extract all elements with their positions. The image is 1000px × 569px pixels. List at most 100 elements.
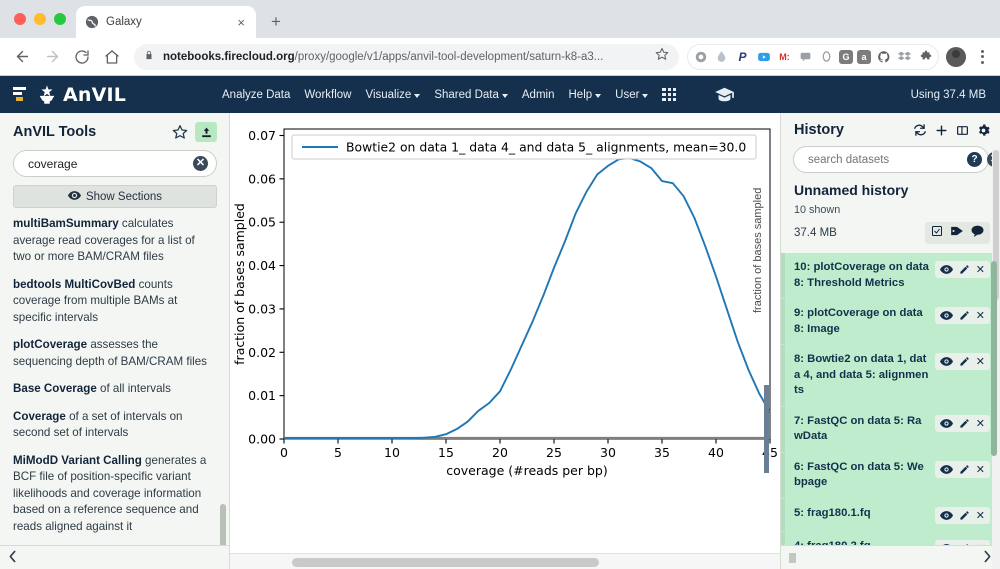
address-bar[interactable]: notebooks.firecloud.org/proxy/google/v1/…: [134, 43, 679, 70]
new-tab-button[interactable]: +: [262, 8, 290, 36]
tool-panel-scrollbar[interactable]: [220, 504, 226, 545]
brand-logo[interactable]: AnVIL: [0, 84, 222, 106]
tag-icon[interactable]: [950, 224, 964, 242]
close-icon[interactable]: ×: [234, 14, 248, 31]
puzzle-icon[interactable]: [917, 48, 934, 65]
eye-icon[interactable]: [939, 464, 953, 474]
history-item[interactable]: 9: plotCoverage on data 8: Image ✕: [781, 298, 1000, 344]
nav-visualize[interactable]: Visualize: [365, 89, 421, 101]
history-item[interactable]: 7: FastQC on data 5: RawData ✕: [781, 405, 1000, 452]
history-item[interactable]: 5: frag180.1.fq ✕: [781, 497, 1000, 531]
browser-menu-icon[interactable]: [972, 49, 992, 64]
chevron-right-icon[interactable]: [983, 550, 992, 566]
search-input[interactable]: [28, 156, 193, 171]
upload-icon[interactable]: [195, 122, 217, 142]
search-datasets-input[interactable]: [808, 153, 962, 166]
scrollbar-thumb[interactable]: [292, 558, 599, 567]
delete-icon[interactable]: ✕: [976, 355, 985, 368]
back-icon[interactable]: [8, 43, 36, 71]
home-icon[interactable]: [98, 43, 126, 71]
plus-icon[interactable]: [935, 124, 948, 137]
eye-icon[interactable]: [939, 418, 953, 428]
refresh-icon[interactable]: [913, 123, 927, 137]
checkbox-icon[interactable]: [931, 224, 943, 242]
delete-icon[interactable]: ✕: [976, 509, 985, 522]
tool-item[interactable]: Base Coverage of all intervals: [13, 381, 229, 409]
drop-icon[interactable]: [713, 48, 730, 65]
pencil-icon[interactable]: [959, 418, 970, 429]
tool-item[interactable]: Coverage of a set of intervals on second…: [13, 409, 229, 453]
show-sections-button[interactable]: Show Sections: [13, 185, 217, 208]
history-item-label: 8: Bowtie2 on data 1, data 4, and data 5…: [794, 353, 929, 396]
center-panel: 0 5 10 15 20 25 30 35 40 45 0.00 0.01 0.02 0.03 0.04 0.…: [230, 113, 780, 569]
pencil-icon[interactable]: [959, 356, 970, 367]
tool-search[interactable]: ✕: [13, 150, 217, 177]
maximize-window-button[interactable]: [54, 13, 66, 25]
eye-icon[interactable]: [939, 357, 953, 366]
opera-icon[interactable]: [818, 48, 835, 65]
history-footer-scroll-thumb[interactable]: [789, 552, 796, 563]
delete-icon[interactable]: ✕: [976, 309, 985, 322]
pencil-icon[interactable]: [959, 510, 970, 521]
history-search[interactable]: ? ✕: [793, 146, 1000, 173]
pencil-icon[interactable]: [959, 543, 970, 545]
delete-icon[interactable]: ✕: [976, 463, 985, 476]
nav-help[interactable]: Help: [569, 89, 602, 101]
google-icon[interactable]: G: [839, 49, 853, 64]
apps-grid-icon[interactable]: [662, 87, 677, 102]
dropbox-icon[interactable]: [896, 48, 913, 65]
tool-item[interactable]: plotCoverage assesses the sequencing dep…: [13, 337, 229, 381]
pencil-icon[interactable]: [959, 464, 970, 475]
nav-admin[interactable]: Admin: [522, 89, 555, 101]
tool-panel-collapse[interactable]: [0, 545, 229, 569]
github-icon[interactable]: [875, 48, 892, 65]
gear-icon[interactable]: [977, 124, 990, 137]
history-item-label: 4: frag180.2.fq: [794, 539, 930, 546]
pencil-icon[interactable]: [959, 310, 970, 321]
bookmark-star-icon[interactable]: [655, 47, 669, 66]
eye-icon[interactable]: [939, 311, 953, 320]
history-item[interactable]: 8: Bowtie2 on data 1, data 4, and data 5…: [781, 344, 1000, 406]
tool-item[interactable]: MiModD Variant Calling generates a BCF f…: [13, 453, 229, 546]
eye-icon[interactable]: [940, 543, 953, 545]
reload-icon[interactable]: [68, 43, 96, 71]
help-circle-icon[interactable]: ?: [967, 152, 982, 167]
tool-item[interactable]: bedtools MultiCovBed counts coverage fro…: [13, 277, 229, 338]
nav-analyze-data[interactable]: Analyze Data: [222, 89, 290, 101]
paypal-icon[interactable]: P: [734, 48, 751, 65]
nav-label: Analyze Data: [222, 88, 291, 101]
tool-item[interactable]: multiBamSummary calculates average read …: [13, 216, 229, 277]
columns-icon[interactable]: [956, 124, 969, 137]
browser-tab[interactable]: Galaxy ×: [76, 6, 256, 38]
nav-user[interactable]: User: [615, 89, 649, 101]
comment-icon[interactable]: [971, 224, 984, 242]
star-outline-icon[interactable]: [171, 123, 189, 141]
center-horizontal-scrollbar[interactable]: [230, 553, 780, 569]
eye-icon[interactable]: [939, 510, 953, 520]
gear-icon[interactable]: [692, 48, 709, 65]
history-dataset-list[interactable]: 10: plotCoverage on data 8: Threshold Me…: [781, 253, 1000, 545]
eye-icon[interactable]: [939, 265, 953, 274]
history-item[interactable]: 10: plotCoverage on data 8: Threshold Me…: [781, 253, 1000, 298]
chat-icon[interactable]: [797, 48, 814, 65]
svg-text:5: 5: [334, 445, 342, 460]
graduation-cap-icon[interactable]: [714, 86, 735, 103]
history-name[interactable]: Unnamed history: [781, 181, 1000, 198]
delete-icon[interactable]: ✕: [976, 417, 985, 430]
minimize-window-button[interactable]: [34, 13, 46, 25]
mail-icon[interactable]: M:: [776, 48, 793, 65]
nav-workflow[interactable]: Workflow: [304, 89, 351, 101]
history-scrollbar[interactable]: [991, 261, 997, 456]
video-icon[interactable]: [755, 48, 772, 65]
pencil-icon[interactable]: [959, 264, 970, 275]
clear-circle-icon[interactable]: ✕: [193, 156, 208, 171]
delete-icon[interactable]: ✕: [976, 542, 985, 546]
history-item[interactable]: 4: frag180.2.fq ✕: [781, 530, 1000, 546]
nav-shared-data[interactable]: Shared Data: [434, 89, 508, 101]
history-item[interactable]: 6: FastQC on data 5: Webpage ✕: [781, 451, 1000, 498]
svg-text:0.05: 0.05: [248, 215, 276, 230]
profile-avatar[interactable]: [946, 46, 966, 67]
close-window-button[interactable]: [14, 13, 26, 25]
amazon-icon[interactable]: a: [857, 49, 871, 64]
delete-icon[interactable]: ✕: [976, 263, 985, 276]
